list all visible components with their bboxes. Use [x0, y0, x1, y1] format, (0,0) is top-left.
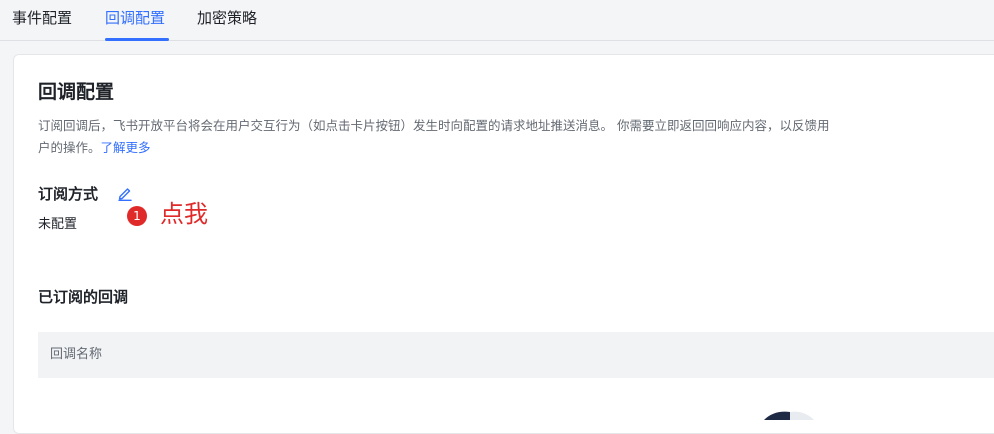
- step-number-badge: 1: [127, 206, 147, 226]
- tab-encryption-strategy[interactable]: 加密策略: [197, 0, 257, 41]
- page-title: 回调配置: [38, 81, 115, 103]
- click-me-annotation: 点我: [160, 200, 208, 228]
- learn-more-link[interactable]: 了解更多: [101, 140, 151, 155]
- page-description: 订阅回调后，飞书开放平台将会在用户交互行为（如点击卡片按钮）发生时向配置的请求地…: [38, 115, 838, 159]
- tab-callback-config[interactable]: 回调配置: [105, 0, 165, 41]
- table-header: 回调名称: [38, 332, 994, 378]
- subscribed-callbacks-title: 已订阅的回调: [38, 288, 129, 306]
- tab-bar: 事件配置 回调配置 加密策略: [0, 0, 994, 41]
- subscription-method-value: 未配置: [38, 217, 78, 232]
- column-header-callback-name: 回调名称: [50, 347, 103, 362]
- description-text: 订阅回调后，飞书开放平台将会在用户交互行为（如点击卡片按钮）发生时向配置的请求地…: [38, 118, 830, 155]
- active-tab-indicator: [105, 38, 169, 41]
- tab-event-config[interactable]: 事件配置: [12, 0, 72, 41]
- pencil-icon[interactable]: [116, 184, 134, 202]
- subscription-method-label: 订阅方式: [38, 185, 99, 203]
- empty-state-illustration: [760, 405, 830, 424]
